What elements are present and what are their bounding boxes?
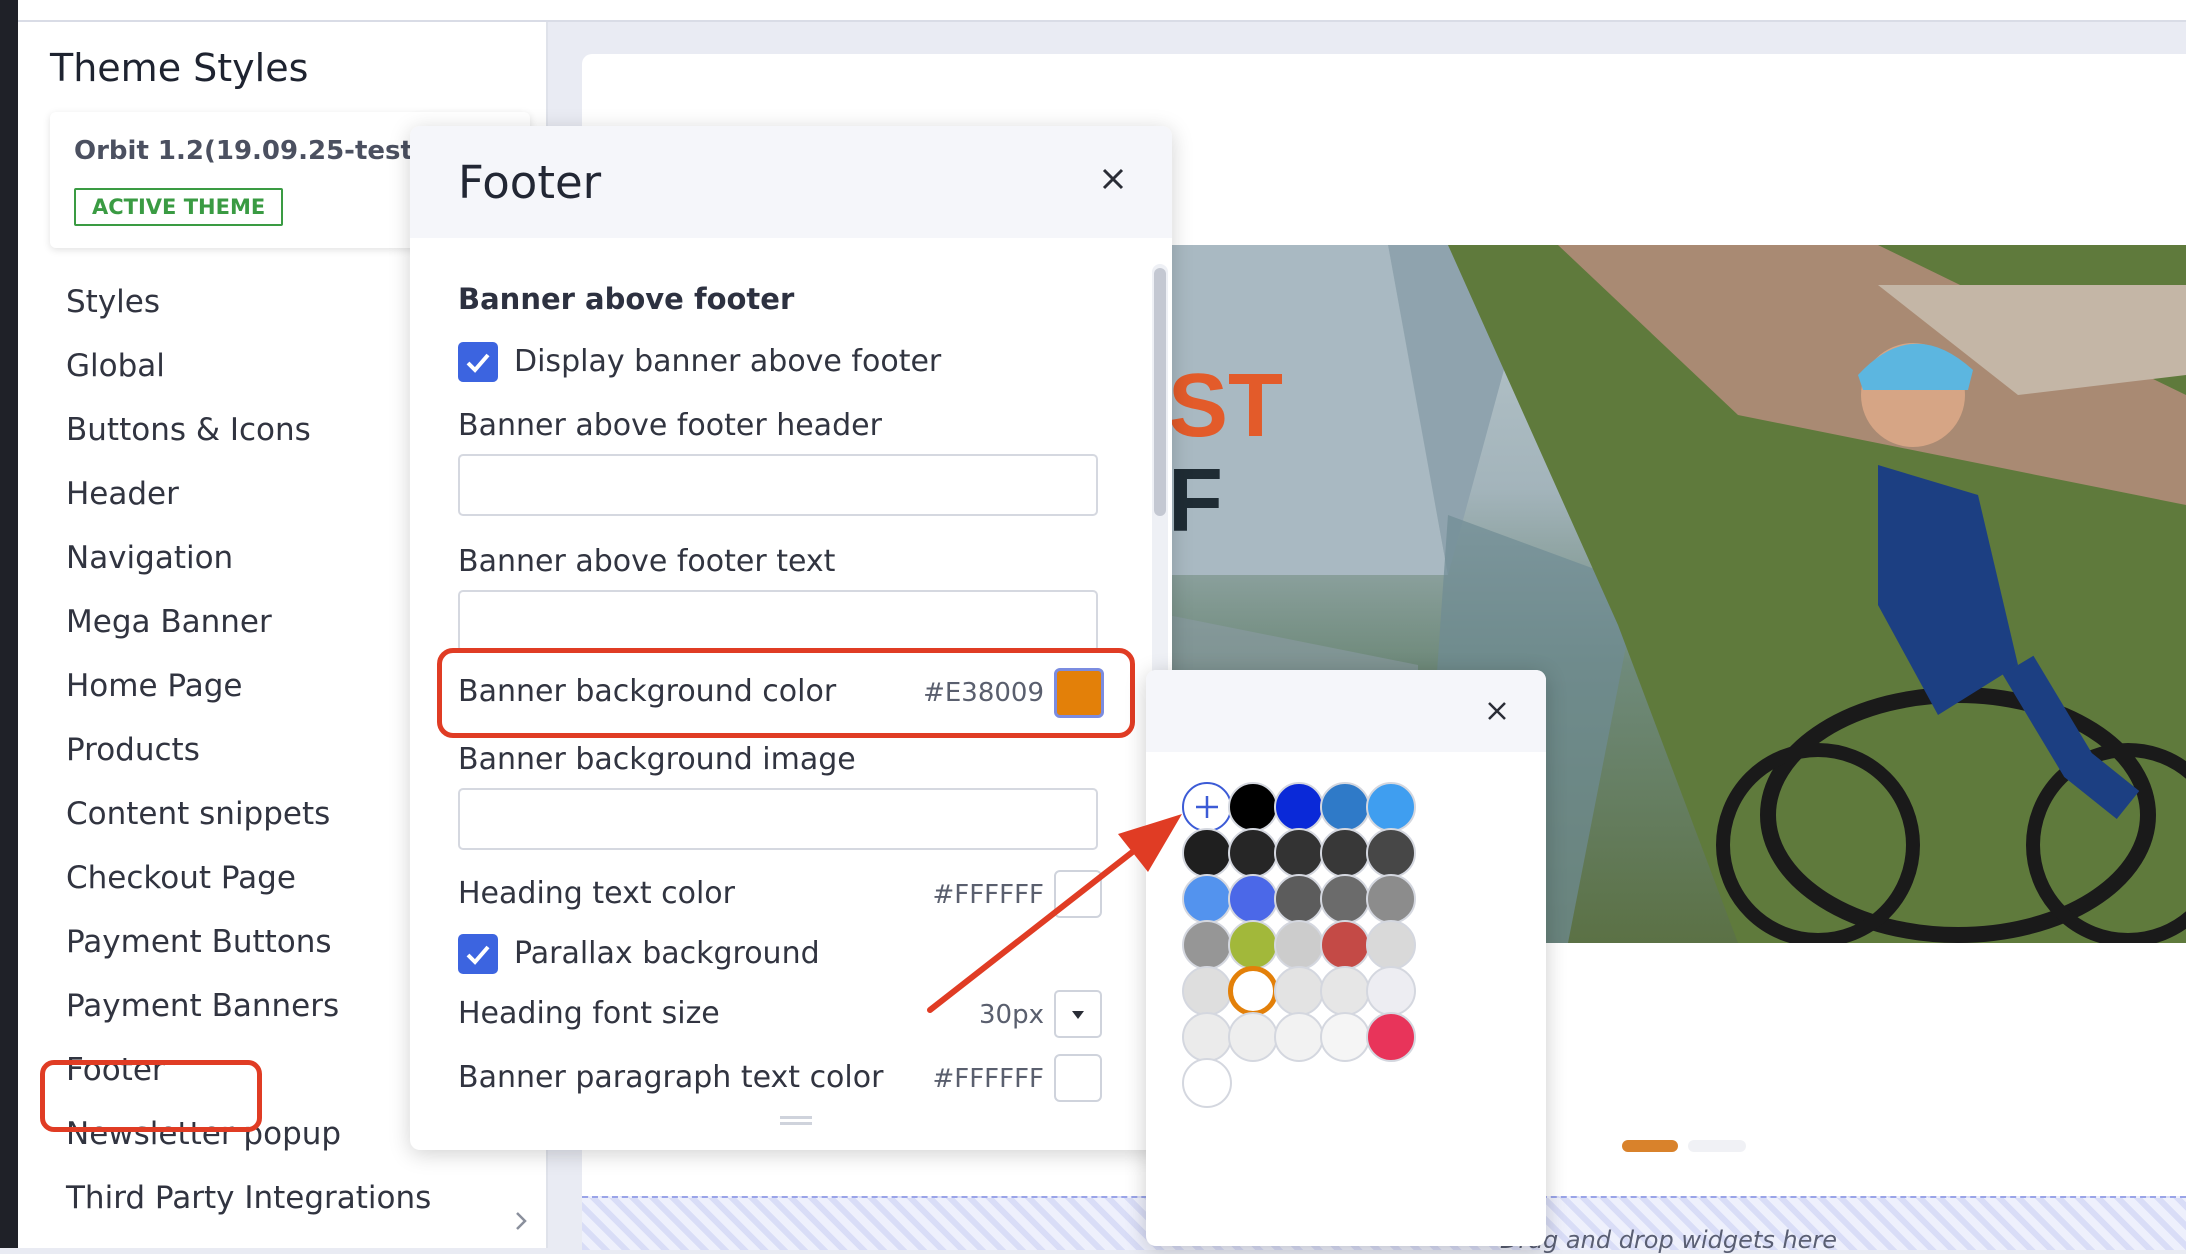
color-swatch[interactable]	[1274, 782, 1324, 832]
heading-color-hex: #FFFFFF	[932, 880, 1044, 910]
close-icon[interactable]	[1484, 698, 1510, 724]
color-swatch[interactable]	[1320, 920, 1370, 970]
slider-dots[interactable]	[1622, 1140, 1750, 1152]
paragraph-color-swatch[interactable]	[1054, 1054, 1102, 1102]
color-swatch[interactable]	[1182, 966, 1232, 1016]
sidebar-item-home-page[interactable]: Home Page	[66, 668, 242, 704]
color-swatch[interactable]	[1366, 1012, 1416, 1062]
color-swatch[interactable]	[1274, 874, 1324, 924]
color-swatch[interactable]	[1366, 966, 1416, 1016]
parallax-checkbox[interactable]	[458, 934, 498, 974]
sidebar-item-payment-banners[interactable]: Payment Banners	[66, 988, 339, 1024]
add-color-button[interactable]	[1182, 782, 1232, 832]
paragraph-color-label: Banner paragraph text color	[458, 1060, 884, 1095]
color-swatch[interactable]	[1366, 782, 1416, 832]
sidebar-item-buttons-icons[interactable]: Buttons & Icons	[66, 412, 311, 448]
chevron-right-icon[interactable]	[510, 1210, 532, 1232]
color-swatch[interactable]	[1182, 1058, 1232, 1108]
color-swatch[interactable]	[1320, 1012, 1370, 1062]
heading-color-label: Heading text color	[458, 876, 735, 911]
sidebar-item-navigation[interactable]: Navigation	[66, 540, 233, 576]
display-banner-label: Display banner above footer	[514, 344, 942, 379]
footer-item-highlight	[40, 1060, 262, 1132]
color-swatch[interactable]	[1366, 828, 1416, 878]
resize-grip-icon[interactable]	[780, 1116, 812, 1126]
caret-down-icon	[1072, 1011, 1084, 1019]
color-swatch[interactable]	[1320, 966, 1370, 1016]
heading-font-size-value: 30px	[979, 1000, 1044, 1030]
section-heading: Banner above footer	[458, 282, 795, 316]
sidebar-item-third-party-integrations[interactable]: Third Party Integrations	[66, 1180, 431, 1216]
color-swatch[interactable]	[1182, 828, 1232, 878]
display-banner-checkbox[interactable]	[458, 342, 498, 382]
banner-text-label: Banner above footer text	[458, 544, 836, 579]
color-swatch[interactable]	[1320, 782, 1370, 832]
color-swatch[interactable]	[1228, 920, 1278, 970]
bg-image-input[interactable]	[458, 788, 1098, 850]
checkmark-icon	[466, 353, 490, 373]
slider-dot-active	[1622, 1140, 1678, 1152]
paragraph-color-hex: #FFFFFF	[932, 1064, 1044, 1094]
plus-icon	[1196, 796, 1218, 818]
color-swatch[interactable]	[1274, 1012, 1324, 1062]
bg-image-label: Banner background image	[458, 742, 856, 777]
sidebar-item-content-snippets[interactable]: Content snippets	[66, 796, 330, 832]
heading-color-swatch[interactable]	[1054, 870, 1102, 918]
hero-heading-line-1: ST	[1168, 356, 1284, 456]
color-swatch[interactable]	[1182, 1012, 1232, 1062]
sidebar-item-mega-banner[interactable]: Mega Banner	[66, 604, 272, 640]
banner-header-label: Banner above footer header	[458, 408, 882, 443]
color-swatch[interactable]	[1274, 966, 1324, 1016]
bg-color-highlight	[437, 648, 1135, 738]
slider-dot	[1688, 1140, 1746, 1152]
footer-settings-panel: Footer Banner above footer Display banne…	[410, 126, 1172, 1150]
sidebar-title: Theme Styles	[50, 46, 309, 90]
hero-heading-line-2: F	[1168, 451, 1223, 551]
color-swatch[interactable]	[1366, 920, 1416, 970]
color-swatch[interactable]	[1228, 874, 1278, 924]
color-swatch[interactable]	[1320, 828, 1370, 878]
color-swatch[interactable]	[1274, 828, 1324, 878]
banner-header-input[interactable]	[458, 454, 1098, 516]
color-swatch[interactable]	[1320, 874, 1370, 924]
color-picker-popover	[1146, 670, 1546, 1246]
panel-scroll-thumb[interactable]	[1154, 268, 1166, 516]
banner-text-input[interactable]	[458, 590, 1098, 652]
color-swatch[interactable]	[1228, 1012, 1278, 1062]
color-swatch[interactable]	[1366, 874, 1416, 924]
sidebar-item-products[interactable]: Products	[66, 732, 200, 768]
checkmark-icon	[466, 945, 490, 965]
color-swatch-selected[interactable]	[1228, 966, 1278, 1016]
color-swatch[interactable]	[1182, 874, 1232, 924]
sidebar-item-payment-buttons[interactable]: Payment Buttons	[66, 924, 332, 960]
left-edge-bar	[0, 0, 18, 1248]
sidebar-item-header[interactable]: Header	[66, 476, 179, 512]
heading-font-size-label: Heading font size	[458, 996, 720, 1031]
sidebar-item-global[interactable]: Global	[66, 348, 165, 384]
color-swatch[interactable]	[1182, 920, 1232, 970]
close-icon[interactable]	[1096, 162, 1130, 196]
sidebar-item-checkout-page[interactable]: Checkout Page	[66, 860, 296, 896]
top-strip	[0, 0, 2186, 22]
parallax-label: Parallax background	[514, 936, 820, 971]
color-swatch[interactable]	[1228, 828, 1278, 878]
panel-title: Footer	[458, 156, 602, 209]
sidebar-item-styles[interactable]: Styles	[66, 284, 160, 320]
color-swatch[interactable]	[1274, 920, 1324, 970]
dropzone-label: Drag and drop widgets here	[1500, 1226, 1838, 1254]
color-swatch[interactable]	[1228, 782, 1278, 832]
font-size-dropdown[interactable]	[1054, 990, 1102, 1038]
active-theme-badge: ACTIVE THEME	[74, 188, 284, 226]
